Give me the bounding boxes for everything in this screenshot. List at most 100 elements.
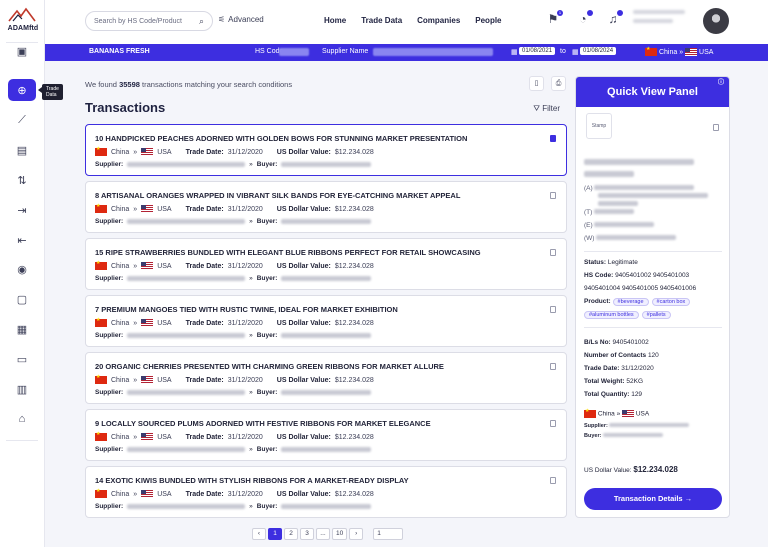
- origin-country: China: [111, 319, 130, 327]
- transaction-title: 15 RIPE STRAWBERRIES BUNDLED WITH ELEGAN…: [95, 248, 481, 257]
- flag-alert-icon[interactable]: ⚑ 1: [545, 10, 563, 28]
- nav-home[interactable]: Home: [324, 16, 346, 25]
- bookmark-icon[interactable]: [550, 363, 556, 370]
- transaction-card[interactable]: 14 EXOTIC KIWIS BUNDLED WITH STYLISH RIB…: [85, 466, 567, 518]
- parties: Supplier: » Buyer:: [95, 218, 372, 225]
- export-icon[interactable]: ⇥: [8, 199, 36, 221]
- supplier-name-blurred[interactable]: [127, 276, 246, 281]
- buyer-name-blurred[interactable]: [281, 504, 372, 509]
- bookmark-icon[interactable]: ▯: [529, 76, 544, 91]
- nav-people[interactable]: People: [475, 16, 501, 25]
- panel-icon[interactable]: ▣: [8, 40, 36, 62]
- usd-value: $12.234.028: [633, 465, 678, 474]
- bookmark-icon[interactable]: [550, 249, 556, 256]
- product-tag[interactable]: #pallets: [641, 311, 671, 319]
- supplier-name-blurred[interactable]: [127, 333, 246, 338]
- buyer-name-blurred[interactable]: [281, 447, 372, 452]
- bell-icon[interactable]: ♫: [605, 10, 623, 28]
- nav-trade-data[interactable]: Trade Data: [361, 16, 402, 25]
- import-icon[interactable]: ⇤: [8, 229, 36, 251]
- bookmark-icon[interactable]: [550, 306, 556, 313]
- prev-page-button[interactable]: ‹: [252, 528, 266, 540]
- company-name-blurred-2[interactable]: [584, 171, 634, 179]
- usd-value: $12.234.028: [334, 376, 374, 384]
- transaction-meta: China » USA Trade Date: 31/12/2020 US Do…: [95, 488, 374, 498]
- print-icon[interactable]: ⎙: [551, 76, 566, 91]
- transaction-card[interactable]: 10 HANDPICKED PEACHES ADORNED WITH GOLDE…: [85, 124, 567, 176]
- user-name-blurred[interactable]: [633, 10, 693, 32]
- id-card-icon[interactable]: ▭: [8, 348, 36, 370]
- next-page-button[interactable]: ›: [349, 528, 364, 540]
- buyer-name-blurred[interactable]: [281, 219, 372, 224]
- company-name-blurred[interactable]: [584, 159, 694, 167]
- page-3[interactable]: 3: [300, 528, 314, 540]
- transaction-card[interactable]: 8 ARTISANAL ORANGES WRAPPED IN VIBRANT S…: [85, 181, 567, 233]
- bell-badge: [617, 10, 623, 16]
- search-icon[interactable]: ⌕: [199, 16, 204, 27]
- supplier-name-blurred[interactable]: [127, 504, 246, 509]
- origin-filter[interactable]: China » USA: [645, 46, 713, 56]
- buyer-name-blurred[interactable]: [281, 333, 372, 338]
- parties: Supplier: » Buyer:: [95, 389, 372, 396]
- product-tag[interactable]: #aluminum bottles: [584, 311, 639, 319]
- advanced-search-button[interactable]: ⚟ Advanced: [218, 15, 264, 24]
- china-flag-icon: [584, 408, 596, 418]
- chart-icon[interactable]: ⟋: [8, 109, 36, 131]
- product-tag[interactable]: #beverage: [612, 298, 649, 306]
- supplier-name-blurred[interactable]: [127, 219, 246, 224]
- supplier-name-value-blurred[interactable]: [373, 48, 493, 56]
- supplier-label: Supplier:: [95, 332, 124, 339]
- barcode-icon[interactable]: ▥: [8, 378, 36, 400]
- page-jump-input[interactable]: 1: [373, 528, 404, 540]
- location-icon[interactable]: ◉: [8, 258, 36, 280]
- brand-logo[interactable]: ADAMftd: [2, 6, 42, 36]
- product-tag[interactable]: #carton box: [651, 298, 691, 306]
- avatar[interactable]: [703, 8, 729, 34]
- chat-icon[interactable]: ◔: [575, 10, 593, 28]
- store-icon[interactable]: ▦: [8, 318, 36, 340]
- briefcase-icon[interactable]: ▢: [8, 288, 36, 310]
- search-input[interactable]: Search by HS Code/Product: [94, 18, 199, 25]
- buyer-name-blurred[interactable]: [281, 276, 372, 281]
- transaction-title: 7 PREMIUM MANGOES TIED WITH RUSTIC TWINE…: [95, 305, 398, 314]
- buyer-name-blurred[interactable]: [281, 390, 372, 395]
- transaction-card[interactable]: 7 PREMIUM MANGOES TIED WITH RUSTIC TWINE…: [85, 295, 567, 347]
- hs-code-value-blurred[interactable]: [279, 48, 309, 56]
- supplier-name-blurred[interactable]: [127, 390, 246, 395]
- transaction-card[interactable]: 15 RIPE STRAWBERRIES BUNDLED WITH ELEGAN…: [85, 238, 567, 290]
- arrow-icon: »: [133, 262, 138, 270]
- search-trade-icon[interactable]: ⊕: [8, 79, 36, 101]
- info-icon[interactable]: ⓘ: [718, 77, 724, 98]
- filter-button[interactable]: ⛛ Filter: [533, 104, 560, 114]
- buyer-name-blurred[interactable]: [281, 162, 372, 167]
- search-box[interactable]: Search by HS Code/Product ⌕: [85, 11, 213, 31]
- bookmark-icon[interactable]: [550, 477, 556, 484]
- transaction-card[interactable]: 9 LOCALLY SOURCED PLUMS ADORNED WITH FES…: [85, 409, 567, 461]
- buyer-label: Buyer:: [256, 161, 278, 168]
- supplier-name-blurred[interactable]: [127, 162, 246, 167]
- transaction-details-button[interactable]: Transaction Details →: [584, 488, 722, 510]
- date-to[interactable]: 01/08/2024: [580, 47, 617, 55]
- date-from[interactable]: 01/08/2021: [519, 47, 556, 55]
- product-row: Product: #beverage #carton box: [584, 298, 693, 306]
- date-to-label: to: [560, 48, 566, 55]
- results-count: 35598: [119, 80, 140, 89]
- bookmark-icon[interactable]: [550, 192, 556, 199]
- supplier-name-blurred[interactable]: [127, 447, 246, 452]
- usd-value-label: US Dollar Value:: [276, 376, 331, 384]
- trade-date: 31/12/2020: [227, 433, 263, 441]
- nav-companies[interactable]: Companies: [417, 16, 460, 25]
- exchange-icon[interactable]: ⇅: [8, 169, 36, 191]
- page-1[interactable]: 1: [268, 528, 282, 540]
- document-dollar-icon[interactable]: ▤: [8, 139, 36, 161]
- bookmark-icon[interactable]: [550, 420, 556, 427]
- page-2[interactable]: 2: [284, 528, 298, 540]
- bookmark-icon[interactable]: [713, 124, 719, 131]
- page-10[interactable]: 10: [332, 528, 348, 540]
- bank-icon[interactable]: ⌂: [8, 408, 36, 430]
- transaction-card[interactable]: 20 ORGANIC CHERRIES PRESENTED WITH CHARM…: [85, 352, 567, 404]
- bookmark-icon[interactable]: [550, 135, 556, 142]
- parties: Supplier: » Buyer:: [95, 161, 372, 168]
- parties: Supplier: » Buyer:: [95, 503, 372, 510]
- destination-country: USA: [157, 376, 172, 384]
